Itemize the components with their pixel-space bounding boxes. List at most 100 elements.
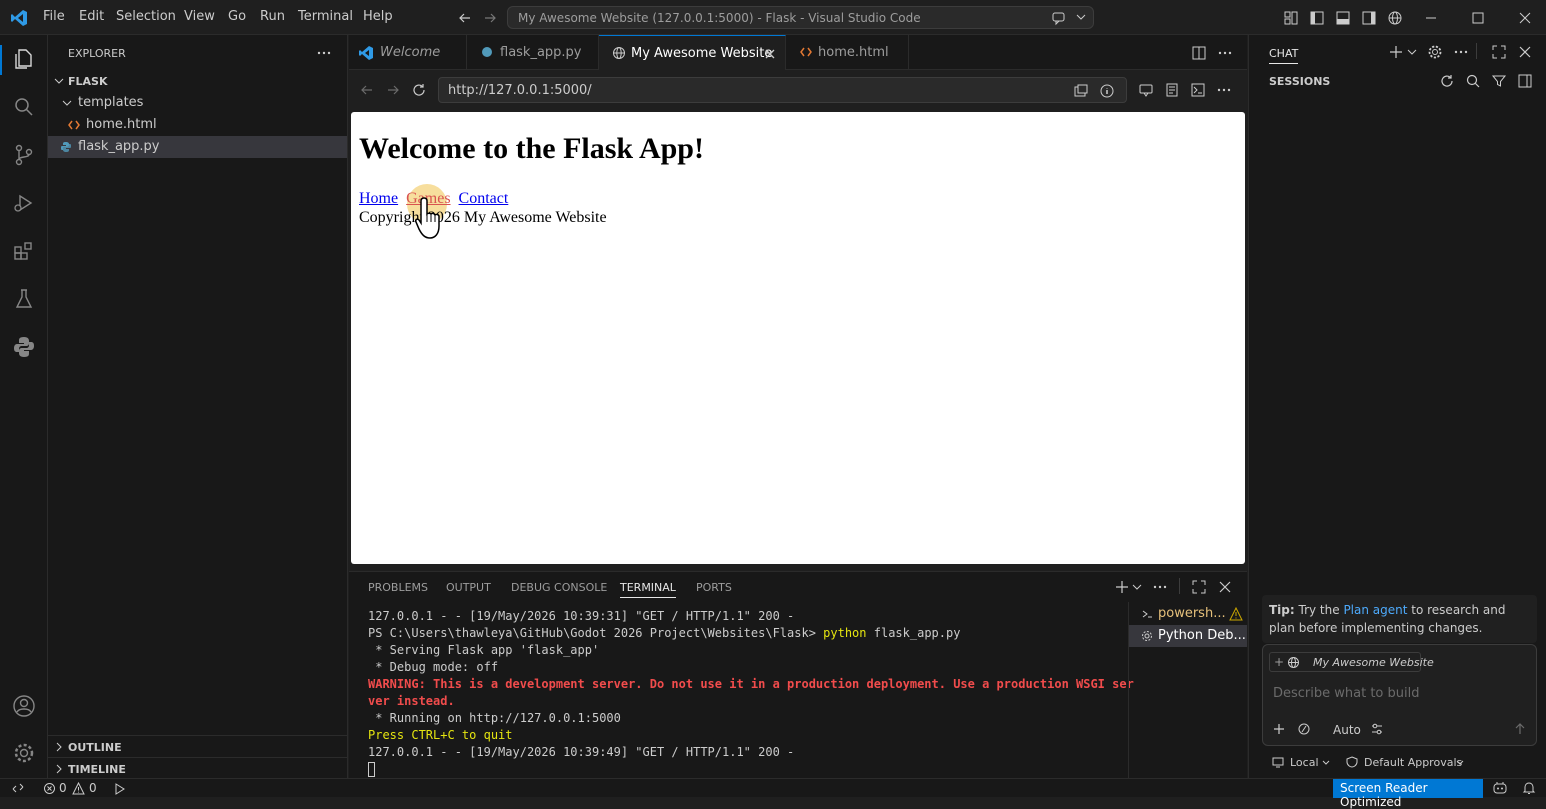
globe-icon[interactable] (1387, 10, 1403, 26)
terminal-item-python-debug[interactable]: Python Deb... (1129, 625, 1247, 647)
toggle-sidebar-icon[interactable] (1517, 73, 1533, 89)
close-panel-icon[interactable] (1217, 579, 1233, 595)
mode-picker[interactable]: Auto (1333, 723, 1361, 737)
menu-view[interactable]: View (184, 9, 215, 24)
link-contact[interactable]: Contact (459, 190, 509, 207)
tools-icon[interactable] (1297, 722, 1311, 736)
command-center[interactable]: My Awesome Website (127.0.0.1:5000) - Fl… (507, 6, 1094, 29)
nav-forward-icon[interactable] (482, 10, 498, 26)
outline-section[interactable]: OUTLINE (48, 735, 347, 757)
chat-input-box[interactable]: + My Awesome Website Describe what to bu… (1262, 644, 1537, 746)
chevron-down-icon[interactable] (1456, 759, 1464, 767)
share-page-icon[interactable] (1073, 83, 1089, 99)
timeline-section[interactable]: TIMELINE (48, 757, 347, 779)
explorer-icon[interactable] (12, 47, 36, 71)
warning-icon[interactable] (72, 782, 85, 795)
menu-terminal[interactable]: Terminal (298, 9, 353, 24)
browser-back-icon[interactable] (359, 82, 375, 98)
web-page-view[interactable]: Welcome to the Flask App! Home Games Con… (351, 112, 1245, 564)
copilot-chat-icon[interactable] (1051, 10, 1067, 26)
customize-layout-icon[interactable] (1283, 10, 1299, 26)
close-tab-icon[interactable] (764, 48, 776, 60)
menu-edit[interactable]: Edit (79, 9, 104, 24)
terminal-item-powershell[interactable]: powersh... (1129, 603, 1247, 625)
toggle-secondary-sidebar-icon[interactable] (1361, 10, 1377, 26)
copilot-icon[interactable] (1492, 780, 1508, 796)
tab-welcome[interactable]: Welcome (349, 35, 467, 70)
model-settings-icon[interactable] (1370, 722, 1384, 736)
new-chat-icon[interactable] (1388, 44, 1404, 60)
add-attachment-icon[interactable] (1272, 722, 1286, 736)
chevron-down-icon[interactable] (1407, 47, 1417, 57)
link-home[interactable]: Home (359, 190, 398, 207)
chevron-down-icon[interactable] (1076, 12, 1086, 22)
error-icon[interactable] (43, 782, 56, 795)
source-control-icon[interactable] (12, 143, 36, 167)
more-actions-icon[interactable] (316, 45, 332, 61)
refresh-icon[interactable] (1439, 73, 1455, 89)
python-icon[interactable] (12, 335, 36, 359)
more-actions-icon[interactable] (1217, 45, 1233, 61)
tab-flask-app-py[interactable]: flask_app.py (467, 35, 599, 70)
more-actions-icon[interactable] (1216, 82, 1232, 98)
devtools-icon[interactable] (1190, 82, 1206, 98)
close-chat-icon[interactable] (1517, 44, 1533, 60)
send-icon[interactable] (1513, 722, 1527, 736)
panel-tab-problems[interactable]: PROBLEMS (368, 581, 428, 594)
more-actions-icon[interactable] (1152, 579, 1168, 595)
context-chip[interactable]: + My Awesome Website (1269, 652, 1434, 672)
chat-settings-gear-icon[interactable] (1427, 44, 1443, 60)
settings-gear-icon[interactable] (12, 741, 36, 765)
search-icon[interactable] (12, 95, 36, 119)
plan-agent-link[interactable]: Plan agent (1343, 603, 1407, 617)
search-icon[interactable] (1465, 73, 1481, 89)
error-count[interactable]: 0 (59, 781, 67, 795)
approvals-picker[interactable]: Default Approvals (1364, 756, 1462, 769)
menu-run[interactable]: Run (260, 9, 285, 24)
chevron-down-icon[interactable] (1322, 759, 1330, 767)
toggle-panel-icon[interactable] (1335, 10, 1351, 26)
tab-home-html[interactable]: home.html (786, 35, 909, 70)
location-picker[interactable]: Local (1290, 756, 1319, 769)
maximize-chat-icon[interactable] (1491, 44, 1507, 60)
screen-reader-status[interactable]: Screen Reader Optimized (1333, 779, 1483, 809)
panel-tab-output[interactable]: OUTPUT (446, 581, 491, 594)
panel-tab-debug-console[interactable]: DEBUG CONSOLE (511, 581, 607, 594)
split-editor-icon[interactable] (1191, 45, 1207, 61)
browser-forward-icon[interactable] (385, 82, 401, 98)
filter-icon[interactable] (1491, 73, 1507, 89)
panel-tab-ports[interactable]: PORTS (696, 581, 732, 594)
chevron-down-icon[interactable] (1132, 582, 1142, 592)
menu-help[interactable]: Help (363, 9, 393, 24)
panel-tab-terminal[interactable]: TERMINAL (620, 581, 676, 598)
tree-item-flask-app-py[interactable]: flask_app.py (48, 136, 347, 158)
new-terminal-icon[interactable] (1114, 579, 1130, 595)
url-input[interactable]: http://127.0.0.1:5000/ (438, 77, 1127, 103)
warning-count[interactable]: 0 (89, 781, 97, 795)
info-icon[interactable] (1099, 83, 1115, 99)
tab-my-awesome-website[interactable]: My Awesome Website (599, 35, 786, 71)
testing-icon[interactable] (12, 287, 36, 311)
close-window-icon[interactable] (1518, 11, 1532, 25)
minimize-icon[interactable] (1424, 11, 1438, 25)
maximize-icon[interactable] (1471, 11, 1485, 25)
nav-back-icon[interactable] (457, 10, 473, 26)
folder-root-flask[interactable]: FLASK (48, 70, 347, 92)
menu-selection[interactable]: Selection (116, 9, 176, 24)
bell-icon[interactable] (1521, 780, 1537, 796)
tree-item-home-html[interactable]: home.html (48, 114, 347, 136)
remote-icon[interactable] (11, 781, 25, 795)
debug-run-icon[interactable] (112, 782, 126, 796)
toggle-sidebar-icon[interactable] (1309, 10, 1325, 26)
account-icon[interactable] (12, 694, 36, 718)
run-debug-icon[interactable] (12, 191, 36, 215)
maximize-panel-icon[interactable] (1191, 579, 1207, 595)
menu-go[interactable]: Go (228, 9, 246, 24)
tree-item-templates[interactable]: templates (48, 92, 347, 114)
menu-file[interactable]: File (43, 9, 65, 24)
terminal-output[interactable]: 127.0.0.1 - - [19/May/2026 10:39:31] "GE… (368, 608, 1134, 778)
browser-reload-icon[interactable] (411, 82, 427, 98)
extensions-icon[interactable] (12, 239, 36, 263)
more-actions-icon[interactable] (1453, 44, 1469, 60)
page-source-icon[interactable] (1164, 82, 1180, 98)
